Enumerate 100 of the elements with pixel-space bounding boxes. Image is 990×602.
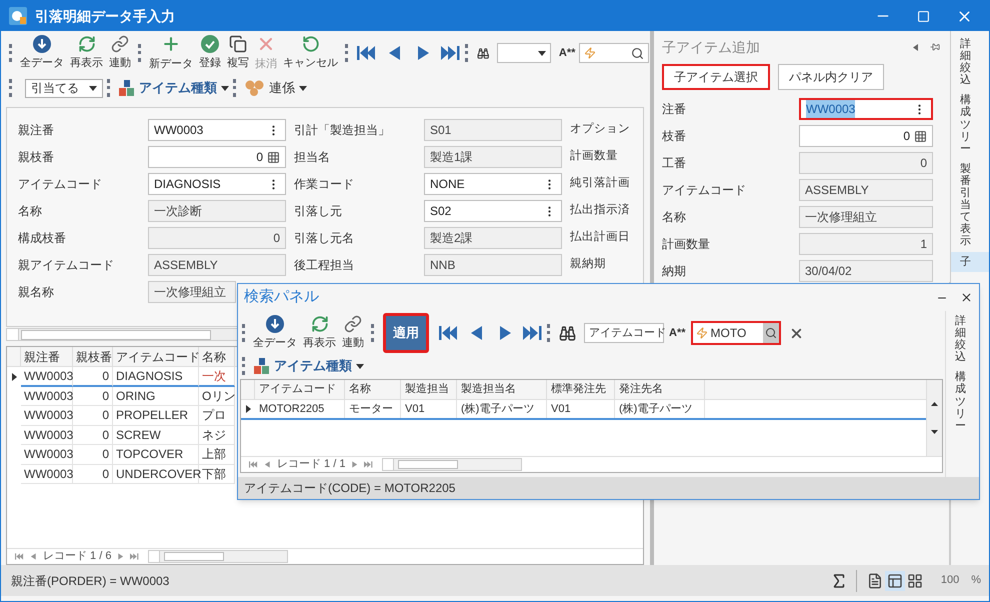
- next-icon[interactable]: [350, 461, 360, 468]
- input-field[interactable]: NONE: [424, 173, 562, 195]
- input-field: NNB: [424, 254, 562, 276]
- last-icon[interactable]: [523, 326, 543, 340]
- refresh-icon: [78, 34, 96, 53]
- field-label: 親注番: [18, 122, 55, 139]
- table-cell: プロ: [199, 406, 235, 426]
- item-type-menu[interactable]: アイテム種類: [119, 78, 229, 98]
- table-cell: ORING: [113, 386, 199, 406]
- last-icon[interactable]: [364, 461, 374, 468]
- search-icon[interactable]: [762, 323, 779, 343]
- column-header[interactable]: 標準発注先: [547, 380, 615, 399]
- panel-button[interactable]: パネル内クリア: [778, 64, 884, 90]
- close-icon[interactable]: [960, 291, 973, 304]
- blocks-icon: [119, 80, 135, 96]
- previous-icon[interactable]: [263, 461, 272, 468]
- field-label: 計画数量: [662, 236, 711, 253]
- first-icon[interactable]: [357, 46, 377, 60]
- column-header[interactable]: アイテムコード: [113, 347, 199, 366]
- column-header[interactable]: 発注先名: [615, 380, 705, 399]
- search-icon[interactable]: [631, 46, 644, 60]
- field-label: 親納期: [570, 256, 606, 272]
- input-field[interactable]: WW0003: [799, 98, 933, 120]
- status-text: 親注番(PORDER) = WW0003: [11, 572, 170, 590]
- table-cell: 上部: [199, 445, 235, 464]
- side-tab[interactable]: 子: [951, 252, 989, 272]
- first-icon[interactable]: [439, 326, 459, 340]
- column-header[interactable]: 親注番: [21, 347, 73, 366]
- split-view-icon[interactable]: [884, 570, 905, 590]
- column-header[interactable]: アイテムコード: [255, 380, 345, 399]
- column-header[interactable]: 製造担当: [401, 380, 457, 399]
- table-cell: 0: [73, 386, 113, 406]
- table-row[interactable]: WW0003 0 TOPCOVER 上部: [7, 445, 235, 464]
- binoculars-icon[interactable]: [559, 324, 576, 342]
- side-tab[interactable]: 構成ツリー: [946, 367, 979, 436]
- toolbar-button[interactable]: 新データ: [146, 34, 196, 72]
- input-field[interactable]: DIAGNOSIS: [148, 173, 286, 195]
- table-cell: WW0003: [21, 464, 73, 484]
- column-header[interactable]: 製造担当名: [457, 380, 547, 399]
- previous-icon[interactable]: [29, 553, 38, 560]
- collapse-icon[interactable]: [913, 44, 918, 50]
- column-header[interactable]: 親枝番: [73, 347, 113, 366]
- table-row[interactable]: WW0003 0 PROPELLER プロ: [7, 406, 235, 426]
- horizontal-scrollbar[interactable]: [382, 458, 522, 471]
- field-label: 工番: [662, 155, 687, 172]
- maximize-icon[interactable]: [917, 10, 930, 22]
- column-header[interactable]: 名称: [345, 380, 401, 399]
- input-field[interactable]: S02: [424, 200, 562, 222]
- panel-button[interactable]: 子アイテム選択: [662, 64, 770, 90]
- field-label: 名称: [18, 203, 43, 220]
- field-label: アイテムコード: [662, 182, 747, 199]
- apply-button[interactable]: 適用: [383, 313, 429, 353]
- toolbar-button[interactable]: 全データ: [17, 34, 67, 72]
- search-field[interactable]: MOTO: [690, 321, 781, 345]
- toolbar-button[interactable]: 再表示: [300, 314, 339, 352]
- item-type-menu[interactable]: アイテム種類: [254, 356, 364, 376]
- first-icon[interactable]: [15, 553, 24, 560]
- side-tab[interactable]: 詳細絞込: [951, 34, 989, 90]
- first-icon[interactable]: [249, 461, 258, 468]
- horizontal-scrollbar[interactable]: [148, 550, 288, 563]
- mode-dropdown[interactable]: 引当てる: [25, 78, 103, 98]
- toolbar-button[interactable]: キャンセル: [280, 34, 341, 72]
- search-field[interactable]: [579, 43, 649, 63]
- table-cell: WW0003: [21, 406, 73, 426]
- input-field[interactable]: WW0003: [148, 119, 286, 141]
- toolbar-button[interactable]: 連動: [106, 34, 134, 72]
- table-row[interactable]: MOTOR2205 モーター V01 (株)電子パーツ V01 (株)電子パーツ: [241, 400, 926, 420]
- side-tab[interactable]: 製番引当て表示: [951, 158, 989, 252]
- grid-icon[interactable]: [914, 130, 927, 142]
- column-dropdown[interactable]: アイテムコード: [584, 323, 664, 343]
- side-tab[interactable]: 構成ツリー: [951, 90, 989, 159]
- table-row[interactable]: WW0003 0 UNDERCOVER下部: [7, 464, 235, 484]
- table-row[interactable]: WW0003 0 ORING Oリン: [7, 386, 235, 406]
- table-cell: DIAGNOSIS: [113, 367, 199, 386]
- toolbar-button[interactable]: 連動: [339, 314, 367, 352]
- last-icon[interactable]: [441, 46, 461, 60]
- input-field[interactable]: 0: [799, 125, 933, 147]
- table-row[interactable]: WW0003 0 SCREW ネジ: [7, 426, 235, 445]
- input-field: 1: [799, 233, 933, 255]
- table-cell: ネジ: [199, 426, 235, 445]
- side-tab[interactable]: 詳細絞込: [946, 311, 979, 368]
- record-counter: レコード 1 / 6: [43, 549, 112, 564]
- toolbar-button[interactable]: 複写: [224, 34, 252, 72]
- toolbar-button[interactable]: 全データ: [250, 314, 300, 352]
- vertical-scrollbar[interactable]: [926, 380, 942, 456]
- scroll-down-icon[interactable]: [931, 430, 938, 434]
- table-cell: WW0003: [21, 445, 73, 464]
- table-row[interactable]: WW0003 0 DIAGNOSIS 一次: [7, 367, 235, 386]
- grid-icon[interactable]: [267, 150, 280, 164]
- toolbar-button[interactable]: 再表示: [67, 34, 106, 72]
- toolbar-button[interactable]: 登録: [196, 34, 224, 72]
- pin-icon[interactable]: [930, 42, 940, 52]
- field-label: 名称: [662, 209, 687, 226]
- relation-menu[interactable]: 連係: [245, 78, 307, 98]
- zoom-unit: %: [971, 573, 981, 588]
- last-icon[interactable]: [130, 553, 140, 560]
- next-icon[interactable]: [116, 553, 126, 560]
- scroll-up-icon[interactable]: [931, 402, 938, 406]
- column-header[interactable]: 名称: [199, 347, 235, 366]
- input-field[interactable]: 0: [148, 146, 286, 168]
